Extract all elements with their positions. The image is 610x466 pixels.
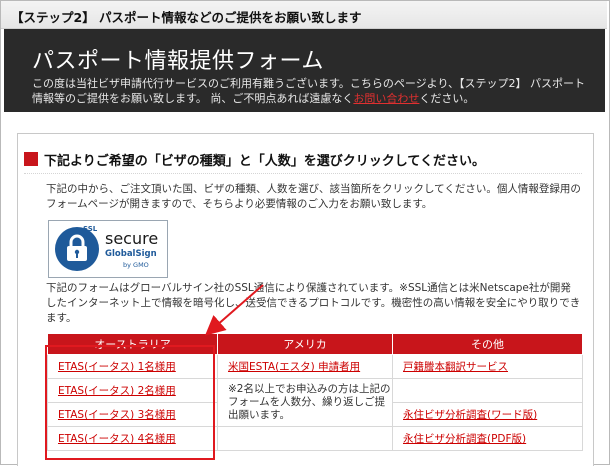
column-header-other: その他 <box>392 333 583 355</box>
etas-2-person-link[interactable]: ETAS(イータス) 2名様用 <box>58 385 176 397</box>
column-header-america: アメリカ <box>217 333 393 355</box>
ssl-explanation: 下記のフォームはグローバルサイン社のSSL通信により保護されています。※SSL通… <box>46 282 581 324</box>
table-cell: ETAS(イータス) 3名様用 <box>47 402 218 427</box>
permanent-visa-pdf-link[interactable]: 永住ビザ分析調査(PDF版) <box>403 433 526 445</box>
content-panel: 下記よりご希望の「ビザの種類」と「人数」を選びクリックしてください。 下記の中か… <box>17 133 594 466</box>
page-title: パスポート情報提供フォーム <box>32 49 324 74</box>
step-title: 【ステップ2】 パスポート情報などのご提供をお願い致します <box>11 10 362 25</box>
table-cell: 戸籍謄本翻訳サービス <box>392 354 583 379</box>
red-square-icon <box>24 152 38 166</box>
globalsign-label: GlobalSign <box>105 249 157 259</box>
table-row: ETAS(イータス) 4名様用 永住ビザ分析調査(PDF版) <box>47 426 583 451</box>
table-cell: ETAS(イータス) 1名様用 <box>47 354 218 379</box>
table-header-row: オーストラリア アメリカ その他 <box>47 333 583 355</box>
etas-3-person-link[interactable]: ETAS(イータス) 3名様用 <box>58 409 176 421</box>
table-cell <box>392 378 583 403</box>
gmo-label: by GMO <box>123 261 149 269</box>
instructions-text: 下記の中から、ご注文頂いた国、ビザの種類、人数を選び、該当箇所をクリックしてくだ… <box>46 183 581 210</box>
table-cell <box>217 426 393 451</box>
column-header-australia: オーストラリア <box>47 333 218 355</box>
table-row: ETAS(イータス) 2名様用 ※2名以上でお申込みの方は上記のフォームを人数分… <box>47 378 583 427</box>
ssl-tag: SSL <box>83 225 98 233</box>
etas-4-person-link[interactable]: ETAS(イータス) 4名様用 <box>58 433 176 445</box>
contact-link[interactable]: お問い合わせ <box>353 92 419 105</box>
esta-note: ※2名以上でお申込みの方は上記のフォームを人数分、繰り返しご提出願います。 <box>217 378 393 427</box>
ssl-secure-badge[interactable]: SSL secure GlobalSign by GMO <box>48 220 168 278</box>
intro-text: この度は当社ビザ申請代行サービスのご利用有難うございます。こちらのページより、【… <box>32 76 592 106</box>
visa-selection-table: オーストラリア アメリカ その他 ETAS(イータス) 1名様用 米国ESTA(… <box>47 333 583 451</box>
koseki-translation-link[interactable]: 戸籍謄本翻訳サービス <box>403 361 508 373</box>
table-cell: ETAS(イータス) 4名様用 <box>47 426 218 451</box>
esta-applicant-link[interactable]: 米国ESTA(エスタ) 申請者用 <box>228 361 360 373</box>
table-cell: 永住ビザ分析調査(PDF版) <box>392 426 583 451</box>
secure-label: secure <box>105 229 159 248</box>
lock-icon <box>55 227 99 271</box>
step-bar: 【ステップ2】 パスポート情報などのご提供をお願い致します <box>1 1 607 29</box>
intro-part-1: この度は当社ビザ申請代行サービスのご利用有難うございます。こちらのページより、【… <box>32 77 586 105</box>
table-cell: 米国ESTA(エスタ) 申請者用 <box>217 354 393 379</box>
permanent-visa-word-link[interactable]: 永住ビザ分析調査(ワード版) <box>403 409 537 421</box>
table-cell: ETAS(イータス) 2名様用 <box>47 378 218 403</box>
etas-1-person-link[interactable]: ETAS(イータス) 1名様用 <box>58 361 176 373</box>
form-header: パスポート情報提供フォーム この度は当社ビザ申請代行サービスのご利用有難うござい… <box>4 29 605 112</box>
section-header: 下記よりご希望の「ビザの種類」と「人数」を選びクリックしてください。 <box>24 151 582 174</box>
section-title: 下記よりご希望の「ビザの種類」と「人数」を選びクリックしてください。 <box>44 154 485 169</box>
intro-part-2: ください。 <box>419 92 475 105</box>
table-cell: 永住ビザ分析調査(ワード版) <box>392 402 583 427</box>
table-row: ETAS(イータス) 1名様用 米国ESTA(エスタ) 申請者用 戸籍謄本翻訳サ… <box>47 354 583 379</box>
